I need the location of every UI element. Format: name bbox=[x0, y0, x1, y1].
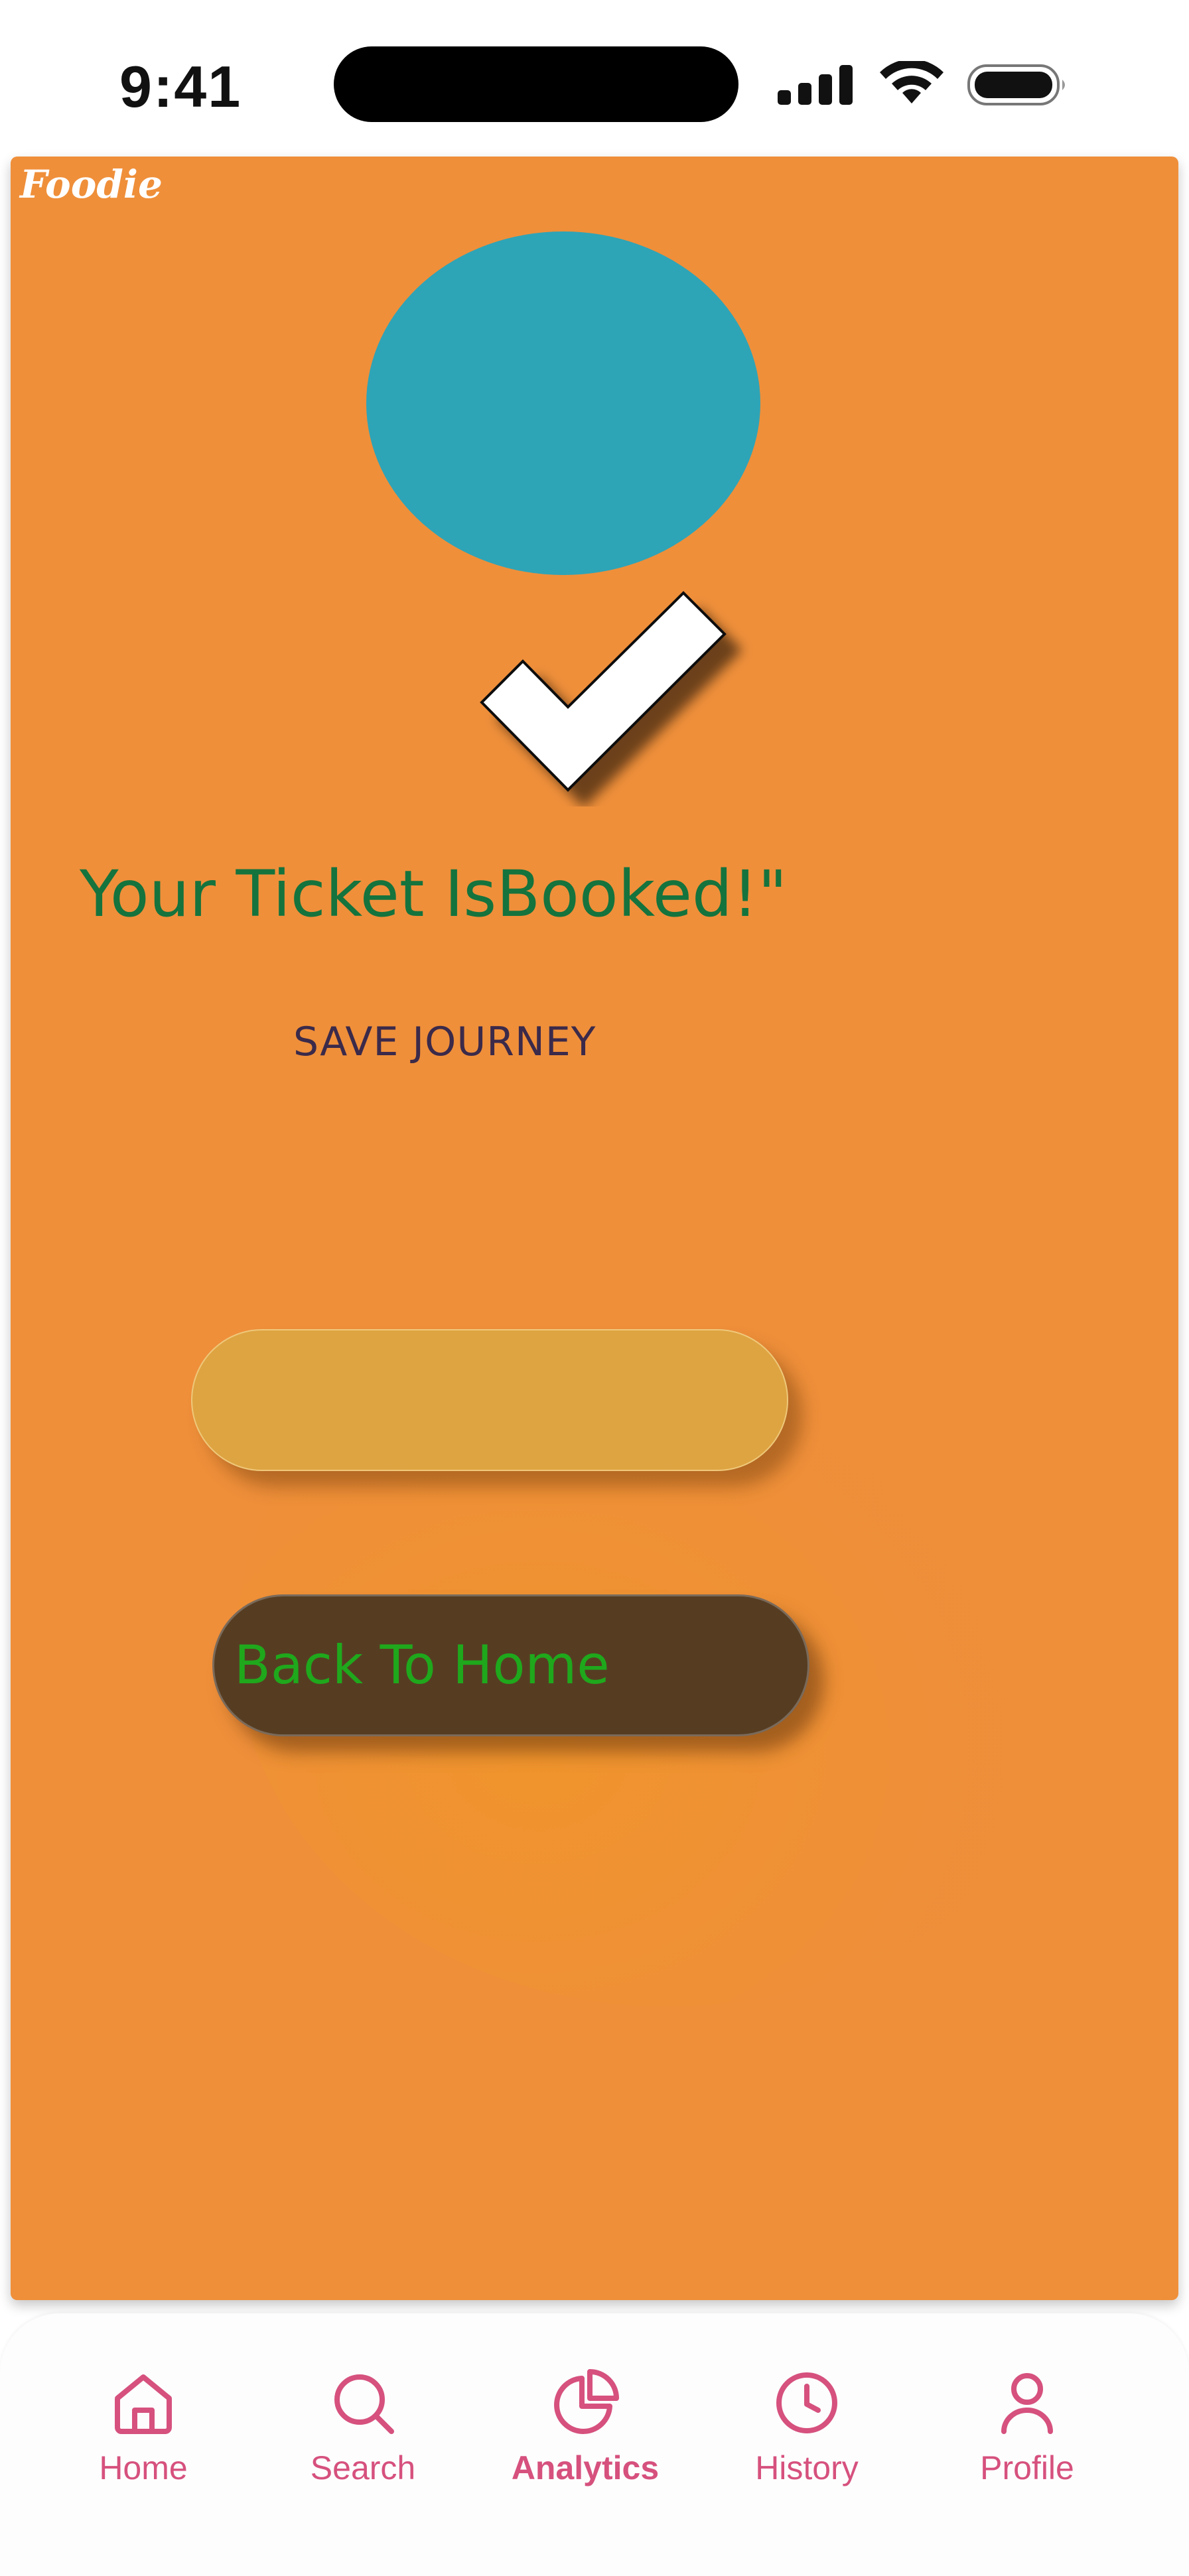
nav-item-history[interactable]: History bbox=[707, 2366, 906, 2512]
user-icon bbox=[1001, 2373, 1053, 2434]
nav-item-home[interactable]: Home bbox=[44, 2366, 243, 2512]
nav-label-profile: Profile bbox=[980, 2449, 1074, 2486]
back-to-home-button[interactable]: Back To Home bbox=[212, 1594, 809, 1736]
primary-action-button[interactable] bbox=[191, 1329, 788, 1471]
battery-icon bbox=[967, 64, 1065, 105]
nav-label-history: History bbox=[755, 2449, 859, 2486]
status-icons bbox=[778, 61, 1070, 107]
confirmation-card: Foodie Your Ticket IsBooked!" SAVE JOURN… bbox=[11, 157, 1178, 2300]
app-screen: 9:41 Foodie Your Ticket IsBooked!" SAVE … bbox=[0, 0, 1189, 2576]
home-icon bbox=[115, 2374, 172, 2434]
pie-chart-icon bbox=[554, 2369, 619, 2434]
search-icon bbox=[334, 2374, 394, 2434]
nav-label-search: Search bbox=[310, 2449, 416, 2486]
checkmark-icon bbox=[480, 591, 727, 792]
signal-icon bbox=[778, 65, 853, 105]
status-time: 9:41 bbox=[119, 54, 242, 119]
nav-item-search[interactable]: Search bbox=[263, 2366, 462, 2512]
brand-logo: Foodie bbox=[20, 162, 163, 207]
save-journey-label: SAVE JOURNEY bbox=[293, 1019, 596, 1065]
clock-icon bbox=[776, 2372, 837, 2433]
wifi-icon bbox=[880, 61, 944, 103]
nav-item-analytics[interactable]: Analytics bbox=[486, 2366, 685, 2512]
dynamic-island bbox=[334, 46, 738, 122]
nav-label-home: Home bbox=[99, 2449, 188, 2486]
nav-item-profile[interactable]: Profile bbox=[928, 2366, 1127, 2512]
status-bar: 9:41 bbox=[0, 0, 1189, 153]
nav-label-analytics: Analytics bbox=[511, 2449, 660, 2486]
success-circle bbox=[366, 231, 760, 575]
bottom-nav: Home Search Analytics History Profile bbox=[0, 2313, 1189, 2576]
booking-success-title: Your Ticket IsBooked!" bbox=[80, 857, 788, 931]
